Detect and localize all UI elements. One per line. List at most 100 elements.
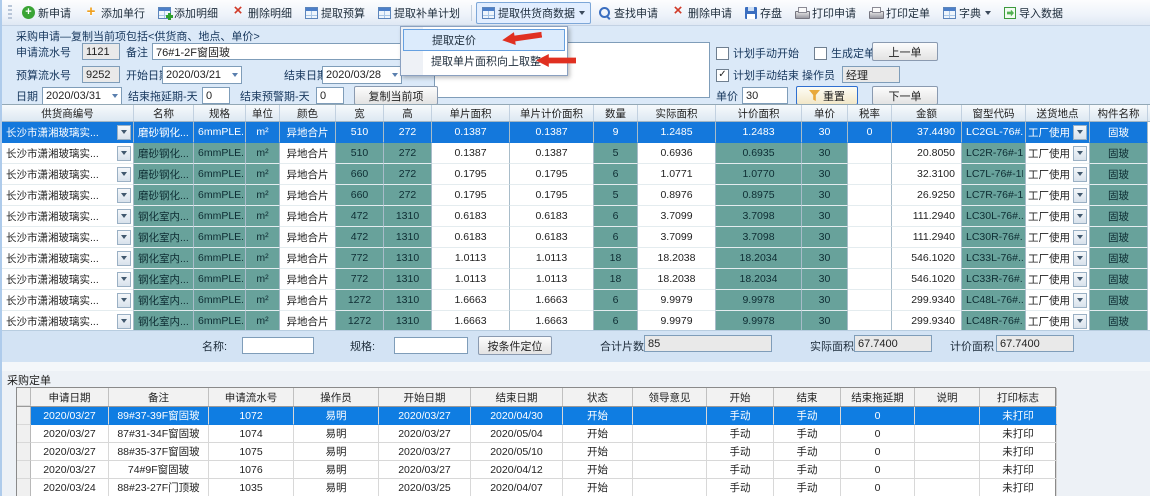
find-application-button[interactable]: 查找申请 [592, 2, 664, 24]
order-row[interactable]: 2020/03/2774#9F窗固玻1076易明2020/03/272020/0… [17, 461, 1055, 479]
start-date-picker[interactable]: 2020/03/21 [162, 66, 242, 84]
budget-no-field[interactable]: 9252 [82, 66, 120, 83]
dropdown-arrow-icon[interactable] [117, 167, 131, 182]
previous-order-button[interactable]: 上一单 [872, 42, 938, 61]
dropdown-arrow-icon[interactable] [117, 272, 131, 287]
table-row[interactable]: 长沙市潇湘玻璃实...钢化室内...6mmPLE...m²异地合片7721310… [2, 248, 1150, 269]
operator-field[interactable]: 经理 [842, 66, 900, 83]
column-header-height[interactable]: 高 [384, 105, 432, 121]
dropdown-arrow-icon[interactable] [117, 314, 131, 329]
column-header-remark[interactable]: 备注 [109, 388, 209, 406]
import-data-button[interactable]: 导入数据 [998, 2, 1069, 24]
dropdown-arrow-icon[interactable] [1073, 188, 1087, 203]
dropdown-arrow-icon[interactable] [1073, 125, 1087, 140]
apply-no-field[interactable]: 1121 [82, 43, 120, 60]
column-header-delivery[interactable]: 送货地点 [1026, 105, 1090, 121]
table-row[interactable]: 长沙市潇湘玻璃实...磨砂钢化...6mmPLE...m²异地合片6602720… [2, 185, 1150, 206]
column-header-supplier[interactable]: 供货商编号 [2, 105, 134, 121]
copy-current-item-button[interactable]: 复制当前项 [354, 86, 438, 105]
table-row[interactable]: 长沙市潇湘玻璃实...磨砂钢化...6mmPLE...m²异地合片5102720… [2, 122, 1150, 143]
extract-budget-button[interactable]: 提取预算 [299, 2, 371, 24]
extract-supplement-plan-button[interactable]: 提取补单计划 [372, 2, 466, 24]
dropdown-arrow-icon[interactable] [117, 188, 131, 203]
print-application-button[interactable]: 打印申请 [789, 2, 862, 24]
column-header-note[interactable]: 说明 [915, 388, 980, 406]
print-order-button[interactable]: 打印定单 [863, 2, 936, 24]
date-picker[interactable]: 2020/03/31 [42, 87, 122, 105]
name-filter-input[interactable] [242, 337, 314, 354]
reset-button[interactable]: 重置 [796, 86, 858, 105]
generate-order-checkbox[interactable]: 生成定单 [814, 45, 875, 61]
dropdown-arrow-icon[interactable] [117, 293, 131, 308]
dropdown-arrow-icon[interactable] [1073, 314, 1087, 329]
dictionary-button[interactable]: 字典 [937, 2, 997, 24]
add-row-button[interactable]: 添加单行 [78, 2, 151, 24]
dropdown-arrow-icon[interactable] [1073, 293, 1087, 308]
order-row[interactable]: 2020/03/2488#23-27F门顶玻1035易明2020/03/2520… [17, 479, 1055, 496]
column-header-piece-priced-area[interactable]: 单片计价面积 [510, 105, 594, 121]
dropdown-arrow-icon[interactable] [1073, 272, 1087, 287]
table-row[interactable]: 长沙市潇湘玻璃实...钢化室内...6mmPLE...m²异地合片1272131… [2, 290, 1150, 311]
row-selector-gutter[interactable] [17, 443, 31, 461]
column-header-apply-no[interactable]: 申请流水号 [209, 388, 294, 406]
column-header-qty[interactable]: 数量 [594, 105, 638, 121]
toolbar-drag-handle[interactable] [8, 5, 12, 21]
column-header-unit-price[interactable]: 单价 [802, 105, 848, 121]
order-row[interactable]: 2020/03/2787#31-34F窗固玻1074易明2020/03/2720… [17, 425, 1055, 443]
table-row[interactable]: 长沙市潇湘玻璃实...磨砂钢化...6mmPLE...m²异地合片5102720… [2, 143, 1150, 164]
row-selector-gutter[interactable] [17, 479, 31, 496]
extract-supplier-data-button[interactable]: 提取供货商数据 [476, 2, 591, 24]
locate-by-condition-button[interactable]: 按条件定位 [478, 336, 552, 355]
column-header-end[interactable]: 结束 [774, 388, 841, 406]
column-header-status[interactable]: 状态 [563, 388, 633, 406]
column-header-start[interactable]: 开始 [707, 388, 774, 406]
new-application-button[interactable]: 新申请 [16, 2, 77, 24]
table-row[interactable]: 长沙市潇湘玻璃实...钢化室内...6mmPLE...m²异地合片7721310… [2, 269, 1150, 290]
table-row[interactable]: 长沙市潇湘玻璃实...钢化室内...6mmPLE...m²异地合片1272131… [2, 311, 1150, 331]
next-order-button[interactable]: 下一单 [872, 86, 938, 105]
dropdown-arrow-icon[interactable] [117, 209, 131, 224]
column-header-tax[interactable]: 税率 [848, 105, 892, 121]
chevron-down-icon[interactable] [232, 73, 238, 77]
chevron-down-icon[interactable] [392, 73, 398, 77]
table-row[interactable]: 长沙市潇湘玻璃实...钢化室内...6mmPLE...m²异地合片4721310… [2, 227, 1150, 248]
column-header-piece-area[interactable]: 单片面积 [432, 105, 510, 121]
order-row[interactable]: 2020/03/2789#37-39F窗固玻1072易明2020/03/2720… [17, 407, 1055, 425]
column-header-window-code[interactable]: 窗型代码 [962, 105, 1026, 121]
column-header-amount[interactable]: 金额 [892, 105, 962, 121]
dropdown-arrow-icon[interactable] [1073, 167, 1087, 182]
column-header-name[interactable]: 名称 [134, 105, 194, 121]
chevron-down-icon[interactable] [112, 94, 118, 98]
remark-field[interactable]: 76#1-2F窗固玻 [152, 43, 416, 60]
dropdown-arrow-icon[interactable] [117, 125, 131, 140]
column-header-priced-area[interactable]: 计价面积 [716, 105, 802, 121]
end-delay-field[interactable]: 0 [202, 87, 230, 104]
column-header-apply-date[interactable]: 申请日期 [31, 388, 109, 406]
column-header-width[interactable]: 宽 [336, 105, 384, 121]
column-header-operator[interactable]: 操作员 [294, 388, 379, 406]
row-selector-gutter[interactable] [17, 407, 31, 425]
spec-filter-input[interactable] [394, 337, 468, 354]
column-header-start-date[interactable]: 开始日期 [379, 388, 471, 406]
column-header-color[interactable]: 颜色 [280, 105, 336, 121]
column-header-end-date[interactable]: 结束日期 [471, 388, 563, 406]
dropdown-arrow-icon[interactable] [1073, 230, 1087, 245]
end-warning-field[interactable]: 0 [316, 87, 344, 104]
manual-end-checkbox[interactable]: ✓计划手动结束 [716, 67, 799, 83]
order-row[interactable]: 2020/03/2788#35-37F窗固玻1075易明2020/03/2720… [17, 443, 1055, 461]
add-detail-button[interactable]: 添加明细 [152, 2, 224, 24]
column-header-end-delay[interactable]: 结束拖延期 [841, 388, 915, 406]
column-header-unit[interactable]: 单位 [246, 105, 280, 121]
column-header-leader-opinion[interactable]: 领导意见 [633, 388, 707, 406]
column-header-part-name[interactable]: 构件名称 [1090, 105, 1148, 121]
dropdown-arrow-icon[interactable] [1073, 251, 1087, 266]
dropdown-arrow-icon[interactable] [117, 146, 131, 161]
table-row[interactable]: 长沙市潇湘玻璃实...磨砂钢化...6mmPLE...m²异地合片6602720… [2, 164, 1150, 185]
row-selector-gutter[interactable] [17, 461, 31, 479]
save-button[interactable]: 存盘 [739, 2, 788, 24]
dropdown-arrow-icon[interactable] [117, 230, 131, 245]
column-header-print-flag[interactable]: 打印标志 [980, 388, 1057, 406]
delete-detail-button[interactable]: 删除明细 [225, 2, 298, 24]
table-row[interactable]: 长沙市潇湘玻璃实...钢化室内...6mmPLE...m²异地合片4721310… [2, 206, 1150, 227]
unit-price-field[interactable]: 30 [742, 87, 788, 104]
